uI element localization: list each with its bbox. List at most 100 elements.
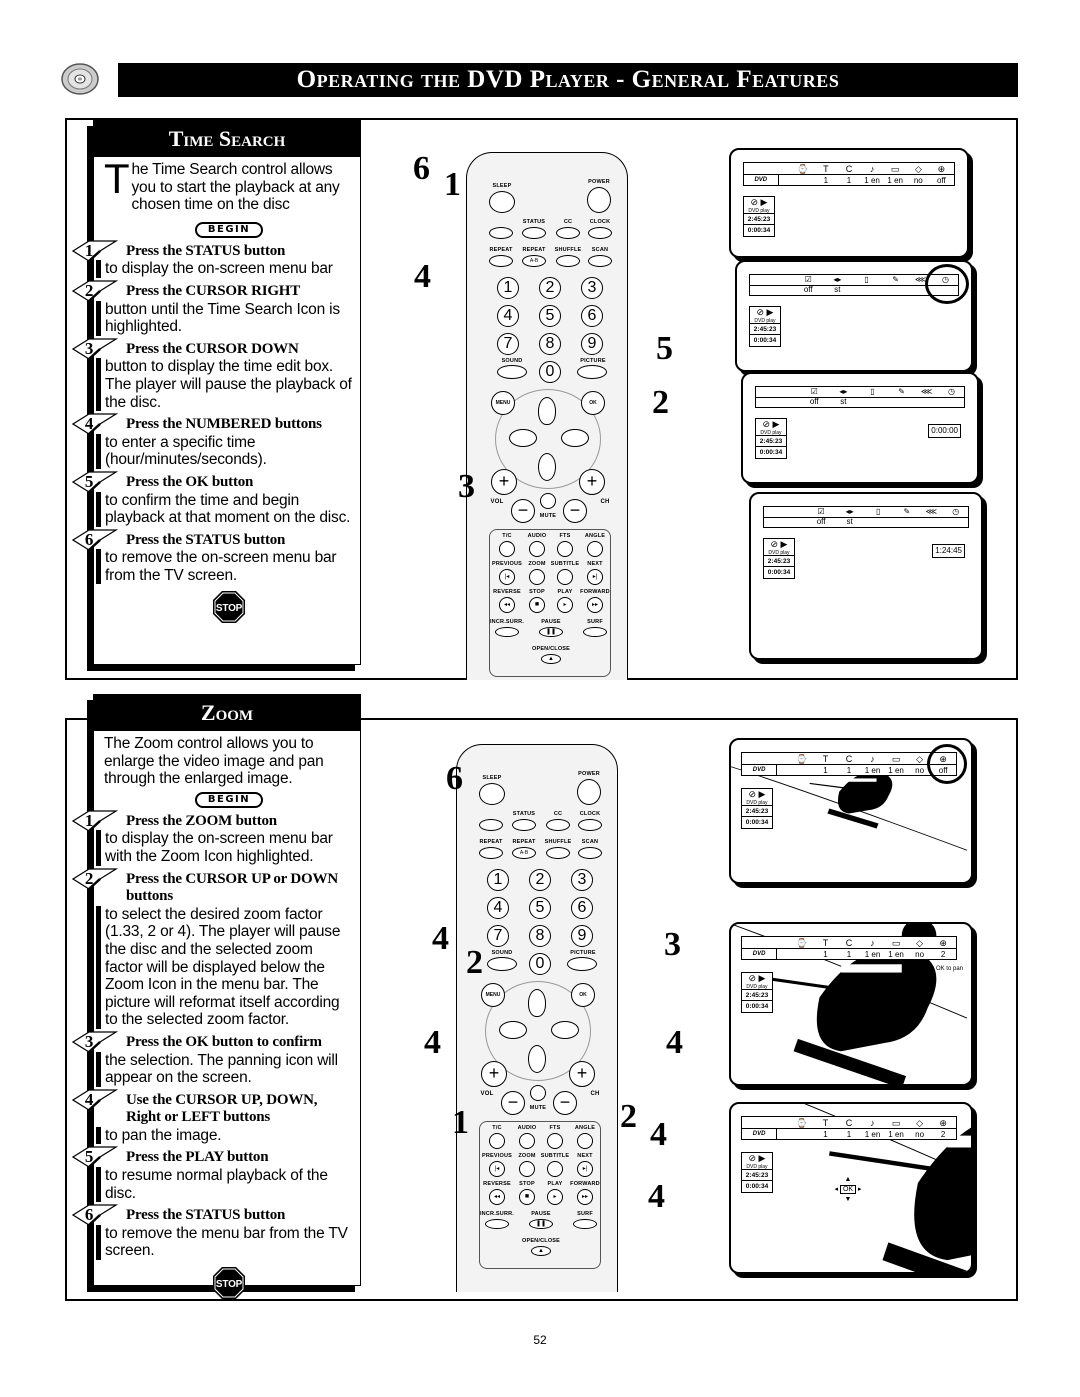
ch-up-button[interactable]: +: [579, 469, 605, 495]
digit-1-button[interactable]: 1: [497, 277, 519, 299]
zoom-button[interactable]: [519, 1161, 535, 1177]
menu-icon[interactable]: T: [814, 164, 838, 174]
power-button[interactable]: [587, 187, 611, 213]
digit-6-button[interactable]: 6: [581, 305, 603, 327]
menu-button[interactable]: MENU: [491, 391, 515, 415]
menu-icon[interactable]: ◂▸: [838, 507, 862, 516]
menu-icon[interactable]: C: [837, 1118, 861, 1128]
subtitle-button[interactable]: [557, 569, 573, 585]
digit-9-button[interactable]: 9: [581, 333, 603, 355]
clock-button[interactable]: [578, 819, 602, 831]
time-edit-box[interactable]: 0:00:00: [928, 424, 961, 438]
mute-button[interactable]: [540, 493, 556, 509]
fts-button[interactable]: [547, 1133, 563, 1149]
menu-icon[interactable]: T: [813, 938, 837, 948]
vol-up-button[interactable]: +: [481, 1061, 507, 1087]
menu-icon[interactable]: C: [837, 164, 861, 174]
digit-3-button[interactable]: 3: [571, 869, 593, 891]
tv-button[interactable]: [489, 227, 513, 239]
subtitle-button[interactable]: [547, 1161, 563, 1177]
angle-button[interactable]: [577, 1133, 593, 1149]
digit-3-button[interactable]: 3: [581, 277, 603, 299]
menu-icon[interactable]: ◷: [940, 387, 964, 396]
menu-button[interactable]: MENU: [481, 983, 505, 1007]
audio-button[interactable]: [519, 1133, 535, 1149]
open-close-button[interactable]: ▲: [531, 1246, 551, 1256]
menu-icon[interactable]: ◂▸: [825, 275, 849, 284]
digit-8-button[interactable]: 8: [529, 925, 551, 947]
cursor-down-button[interactable]: [538, 453, 556, 481]
cursor-left-button[interactable]: [499, 1021, 527, 1039]
digit-5-button[interactable]: 5: [529, 897, 551, 919]
mute-button[interactable]: [530, 1085, 546, 1101]
sleep-button[interactable]: [479, 783, 505, 805]
cursor-right-button[interactable]: [551, 1021, 579, 1039]
cursor-down-button[interactable]: [528, 1045, 546, 1073]
digit-7-button[interactable]: 7: [487, 925, 509, 947]
digit-0-button[interactable]: 0: [529, 953, 551, 975]
cursor-up-button[interactable]: [538, 397, 556, 425]
ok-button[interactable]: OK: [571, 983, 595, 1007]
pause-button[interactable]: ❚❚: [529, 1219, 553, 1229]
cc-button[interactable]: [546, 819, 570, 831]
angle-button[interactable]: [587, 541, 603, 557]
menu-icon[interactable]: C: [837, 938, 861, 948]
next-button[interactable]: ▸|: [587, 569, 603, 585]
cursor-up-button[interactable]: [528, 989, 546, 1017]
sound-button[interactable]: [487, 957, 517, 971]
status-button[interactable]: [512, 819, 536, 831]
digit-8-button[interactable]: 8: [539, 333, 561, 355]
surf-button[interactable]: [583, 627, 607, 637]
ok-button[interactable]: OK: [581, 391, 605, 415]
reverse-button[interactable]: ◂◂: [499, 597, 515, 613]
digit-2-button[interactable]: 2: [529, 869, 551, 891]
zoom-button[interactable]: [529, 569, 545, 585]
cursor-left-button[interactable]: [509, 429, 537, 447]
clock-button[interactable]: [588, 227, 612, 239]
vol-down-button[interactable]: −: [511, 499, 535, 523]
menu-icon[interactable]: ☑: [802, 387, 826, 396]
audio-button[interactable]: [529, 541, 545, 557]
incr-surr-button[interactable]: [485, 1219, 509, 1229]
cursor-right-button[interactable]: [561, 429, 589, 447]
tc-button[interactable]: [499, 541, 515, 557]
repeat-button[interactable]: [479, 847, 503, 859]
previous-button[interactable]: |◂: [489, 1161, 505, 1177]
repeat-ab-button[interactable]: A-B: [522, 255, 546, 267]
menu-icon[interactable]: ✎: [890, 387, 914, 396]
shuffle-button[interactable]: [556, 255, 580, 267]
menu-icon[interactable]: C: [837, 754, 861, 764]
tv-button[interactable]: [479, 819, 503, 831]
sound-button[interactable]: [497, 365, 527, 379]
shuffle-button[interactable]: [546, 847, 570, 859]
ch-down-button[interactable]: −: [553, 1091, 577, 1115]
menu-icon[interactable]: ▯: [860, 387, 884, 396]
incr-surr-button[interactable]: [495, 627, 519, 637]
menu-icon[interactable]: T: [813, 1118, 837, 1128]
vol-down-button[interactable]: −: [501, 1091, 525, 1115]
digit-9-button[interactable]: 9: [571, 925, 593, 947]
time-edit-box[interactable]: 1:24:45: [932, 544, 965, 558]
digit-1-button[interactable]: 1: [487, 869, 509, 891]
open-close-button[interactable]: ▲: [541, 654, 561, 664]
menu-icon[interactable]: ☑: [809, 507, 833, 516]
menu-icon[interactable]: ✎: [895, 507, 919, 516]
fts-button[interactable]: [557, 541, 573, 557]
previous-button[interactable]: |◂: [499, 569, 515, 585]
menu-icon[interactable]: ▯: [866, 507, 890, 516]
surf-button[interactable]: [573, 1219, 597, 1229]
vol-up-button[interactable]: +: [491, 469, 517, 495]
scan-button[interactable]: [588, 255, 612, 267]
digit-2-button[interactable]: 2: [539, 277, 561, 299]
forward-button[interactable]: ▸▸: [577, 1189, 593, 1205]
tc-button[interactable]: [489, 1133, 505, 1149]
next-button[interactable]: ▸|: [577, 1161, 593, 1177]
status-button[interactable]: [522, 227, 546, 239]
repeat-ab-button[interactable]: A-B: [512, 847, 536, 859]
menu-icon[interactable]: ⋘: [915, 387, 939, 396]
digit-5-button[interactable]: 5: [539, 305, 561, 327]
digit-7-button[interactable]: 7: [497, 333, 519, 355]
menu-icon[interactable]: ♪: [860, 164, 884, 174]
ch-down-button[interactable]: −: [563, 499, 587, 523]
digit-0-button[interactable]: 0: [539, 361, 561, 383]
